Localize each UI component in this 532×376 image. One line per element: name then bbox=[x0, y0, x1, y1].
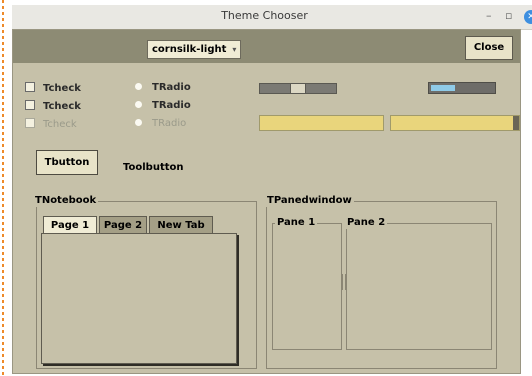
dashed-selection-border bbox=[0, 0, 6, 376]
tscale[interactable] bbox=[259, 83, 337, 94]
tradio-1-label: TRadio bbox=[152, 82, 191, 93]
tradio-3-label: TRadio bbox=[152, 118, 187, 129]
tradio-2-label: TRadio bbox=[152, 100, 191, 111]
theme-combobox[interactable]: cornsilk-light ▾ bbox=[147, 40, 242, 59]
tab-new-tab[interactable]: New Tab bbox=[149, 216, 213, 234]
close-button[interactable]: Close bbox=[465, 36, 513, 60]
tcheck-2[interactable]: Tcheck bbox=[25, 100, 81, 112]
spin-arrows-icon[interactable] bbox=[513, 116, 519, 130]
top-bar: cornsilk-light ▾ Close bbox=[13, 30, 520, 63]
theme-combobox-value: cornsilk-light bbox=[152, 44, 227, 55]
notebook-page-content bbox=[41, 233, 237, 364]
progress-fill bbox=[431, 85, 455, 91]
toolbutton[interactable]: Toolbutton bbox=[123, 162, 184, 173]
maximize-icon[interactable]: ▫ bbox=[505, 9, 512, 22]
tpanedwindow-legend: TPanedwindow bbox=[265, 195, 354, 207]
radio-icon bbox=[135, 119, 142, 126]
tab-page-2[interactable]: Page 2 bbox=[99, 216, 147, 234]
tcheck-1[interactable]: Tcheck bbox=[25, 82, 81, 94]
radio-icon[interactable] bbox=[135, 101, 142, 108]
pane-1 bbox=[272, 223, 342, 350]
tcheck-3-disabled: Tcheck bbox=[25, 118, 77, 130]
tspinbox[interactable] bbox=[390, 115, 520, 131]
tradio-3-disabled: TRadio bbox=[135, 118, 186, 129]
chevron-down-icon[interactable]: ▾ bbox=[232, 45, 236, 54]
tcheck-1-label: Tcheck bbox=[43, 83, 81, 94]
pane-2-label: Pane 2 bbox=[345, 217, 388, 229]
checkbox-icon bbox=[25, 118, 35, 128]
pane-2 bbox=[346, 223, 492, 350]
tentry[interactable] bbox=[259, 115, 384, 131]
tcheck-2-label: Tcheck bbox=[43, 101, 81, 112]
window-title: Theme Chooser bbox=[221, 9, 308, 22]
close-window-icon[interactable]: ✕ bbox=[524, 10, 532, 24]
tprogressbar bbox=[428, 82, 496, 94]
tnotebook-legend: TNotebook bbox=[33, 195, 99, 207]
minimize-icon[interactable]: – bbox=[486, 9, 492, 22]
scale-thumb[interactable] bbox=[290, 83, 306, 94]
tcheck-3-label: Tcheck bbox=[43, 119, 77, 130]
checkbox-icon[interactable] bbox=[25, 100, 35, 110]
window-body: cornsilk-light ▾ Close Tcheck Tcheck Tche… bbox=[12, 29, 521, 374]
radio-icon[interactable] bbox=[135, 83, 142, 90]
tbutton[interactable]: Tbutton bbox=[36, 150, 98, 175]
tradio-1[interactable]: TRadio bbox=[135, 82, 191, 93]
tradio-2[interactable]: TRadio bbox=[135, 100, 191, 111]
tab-page-1[interactable]: Page 1 bbox=[43, 216, 97, 234]
title-bar: Theme Chooser – ▫ ✕ bbox=[12, 5, 532, 30]
pane-1-label: Pane 1 bbox=[275, 217, 318, 229]
checkbox-icon[interactable] bbox=[25, 82, 35, 92]
